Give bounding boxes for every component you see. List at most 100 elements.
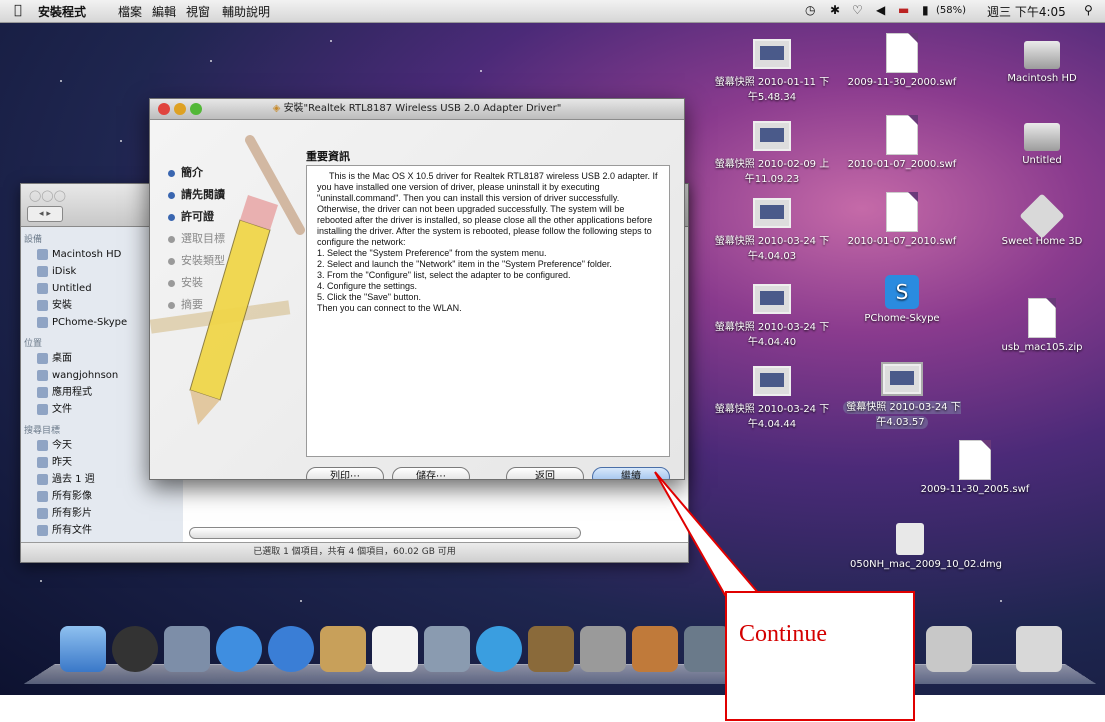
readme-paragraph: This is the Mac OS X 10.5 driver for Rea… (317, 171, 658, 247)
desktop-icon[interactable]: Untitled (982, 115, 1102, 166)
spaces-icon[interactable] (684, 626, 730, 672)
desktop-icon[interactable]: 螢幕快照 2010-02-09 上午11.09.23 (712, 115, 832, 185)
step-license: 許可證 (168, 206, 225, 228)
desktop-icon[interactable]: Macintosh HD (982, 33, 1102, 84)
screenshot-file-icon (753, 39, 791, 69)
downloads-stack-icon[interactable] (926, 626, 972, 672)
readme-step-5: 5. Click the "Save" button. (317, 292, 421, 302)
disk-icon (37, 282, 48, 294)
document-icon (959, 440, 991, 480)
itunes-icon[interactable] (476, 626, 522, 672)
menu-bar:  安裝程式 檔案 編輯 視窗 輔助說明 ◷ ✱ ♡ ◀ ▬ ▮ (58%) 週… (0, 0, 1105, 23)
desktop-icon[interactable]: usb_mac105.zip (982, 298, 1102, 353)
step-introduction: 簡介 (168, 162, 225, 184)
step-install: 安裝 (168, 272, 225, 294)
document-icon (886, 192, 918, 232)
screenshot-file-icon (753, 284, 791, 314)
battery-percent: (58%) (936, 5, 967, 16)
disk-image-icon (896, 523, 924, 555)
desktop-icon[interactable]: 螢幕快照 2010-03-24 下午4.04.03 (712, 192, 832, 262)
readme-text-area[interactable]: This is the Mac OS X 10.5 driver for Rea… (306, 165, 670, 457)
screenshot-file-icon (753, 366, 791, 396)
screenshot-file-icon (753, 198, 791, 228)
apple-menu-icon[interactable]:  (14, 3, 22, 18)
folder-icon (37, 490, 48, 502)
print-button[interactable]: 列印⋯ (306, 467, 384, 479)
battery-icon[interactable]: ▮ (922, 3, 929, 17)
horizontal-scrollbar[interactable] (189, 527, 581, 539)
desktop-icon[interactable]: 2009-11-30_2005.swf (915, 440, 1035, 495)
desktop-icon[interactable]: 螢幕快照 2010-03-24 下午4.04.40 (712, 278, 832, 348)
finder-status-bar: 已選取 1 個項目，共有 4 個項目，60.02 GB 可用 (21, 542, 688, 562)
hard-drive-icon (1024, 41, 1060, 69)
desktop-icon[interactable]: 螢幕快照 2010-01-11 下午5.48.34 (712, 33, 832, 103)
skype-icon: S (885, 275, 919, 309)
hard-drive-icon (1024, 123, 1060, 151)
installer-window: ◈ 安裝"Realtek RTL8187 Wireless USB 2.0 Ad… (149, 98, 685, 480)
desktop-icon[interactable]: 2010-01-07_2000.swf (842, 115, 962, 170)
menu-edit[interactable]: 編輯 (152, 3, 176, 20)
sidebar-item-all-documents[interactable]: 所有文件 (21, 522, 183, 539)
menu-window[interactable]: 視窗 (186, 3, 210, 20)
installer-steps: 簡介 請先閱讀 許可證 選取目標 安裝類型 安裝 摘要 (168, 162, 225, 316)
step-read-me: 請先閱讀 (168, 184, 225, 206)
readme-step-2: 2. Select and launch the "Network" item … (317, 259, 612, 269)
clock[interactable]: 週三 下午4:05 (987, 3, 1066, 20)
desktop-icon[interactable]: S PChome-Skype (842, 275, 962, 324)
preview-icon[interactable] (424, 626, 470, 672)
desktop-icon[interactable]: 2009-11-30_2000.swf (842, 33, 962, 88)
continue-button[interactable]: 繼續 (592, 467, 670, 479)
dashboard-icon[interactable] (112, 626, 158, 672)
readme-step-4: 4. Configure the settings. (317, 281, 418, 291)
menu-file[interactable]: 檔案 (118, 3, 142, 20)
applications-icon (37, 386, 48, 398)
disk-icon (37, 299, 48, 311)
step-bullet-icon (168, 235, 175, 243)
time-machine-icon[interactable]: ◷ (805, 3, 815, 17)
window-controls-icon[interactable]: ◯◯◯ (29, 189, 66, 202)
spotlight-icon[interactable]: ⚲ (1084, 3, 1093, 17)
close-icon[interactable] (158, 103, 170, 115)
section-heading: 重要資訊 (306, 150, 350, 163)
menu-help[interactable]: 輔助說明 (222, 3, 270, 20)
desktop-icon[interactable]: 2010-01-07_2010.swf (842, 192, 962, 247)
input-flag-icon[interactable]: ▬ (898, 3, 909, 17)
back-forward-icon[interactable]: ◂ ▸ (27, 206, 63, 222)
sidebar-item-all-images[interactable]: 所有影像 (21, 488, 183, 505)
volume-icon[interactable]: ◀ (876, 3, 885, 17)
step-installation-type: 安裝類型 (168, 250, 225, 272)
ical-icon[interactable] (372, 626, 418, 672)
desktop-icon[interactable]: 螢幕快照 2010-03-24 下午4.04.44 (712, 360, 832, 430)
annotation-callout: Continue (725, 591, 915, 721)
back-button[interactable]: 返回 (506, 467, 584, 479)
folder-icon (37, 524, 48, 536)
sidebar-item-all-movies[interactable]: 所有影片 (21, 505, 183, 522)
bluetooth-icon[interactable]: ✱ (830, 3, 840, 17)
desktop-icon-selected[interactable]: 螢幕快照 2010-03-24 下午4.03.57 (842, 358, 962, 429)
trash-icon[interactable] (1016, 626, 1062, 672)
zoom-icon[interactable] (190, 103, 202, 115)
finder-icon[interactable] (60, 626, 106, 672)
step-bullet-icon (168, 257, 175, 265)
wifi-icon[interactable]: ♡ (852, 3, 863, 17)
desktop-icon[interactable]: Sweet Home 3D (982, 193, 1102, 247)
installer-title: 安裝"Realtek RTL8187 Wireless USB 2.0 Adap… (283, 103, 562, 114)
mail-icon[interactable] (164, 626, 210, 672)
desktop-icon (37, 352, 48, 364)
documents-icon (37, 403, 48, 415)
app-menu[interactable]: 安裝程式 (38, 3, 86, 20)
safari-icon[interactable] (216, 626, 262, 672)
save-button[interactable]: 儲存⋯ (392, 467, 470, 479)
iphoto-icon[interactable] (528, 626, 574, 672)
step-bullet-icon (168, 279, 175, 287)
imovie-icon[interactable] (580, 626, 626, 672)
step-bullet-icon (168, 213, 175, 221)
step-bullet-icon (168, 301, 175, 309)
desktop-icon[interactable]: 050NH_mac_2009_10_02.dmg (850, 523, 1002, 570)
ichat-icon[interactable] (268, 626, 314, 672)
desktop:  安裝程式 檔案 編輯 視窗 輔助說明 ◷ ✱ ♡ ◀ ▬ ▮ (58%) 週… (0, 0, 1105, 695)
garageband-icon[interactable] (632, 626, 678, 672)
minimize-icon[interactable] (174, 103, 186, 115)
idisk-icon (37, 265, 48, 277)
address-book-icon[interactable] (320, 626, 366, 672)
